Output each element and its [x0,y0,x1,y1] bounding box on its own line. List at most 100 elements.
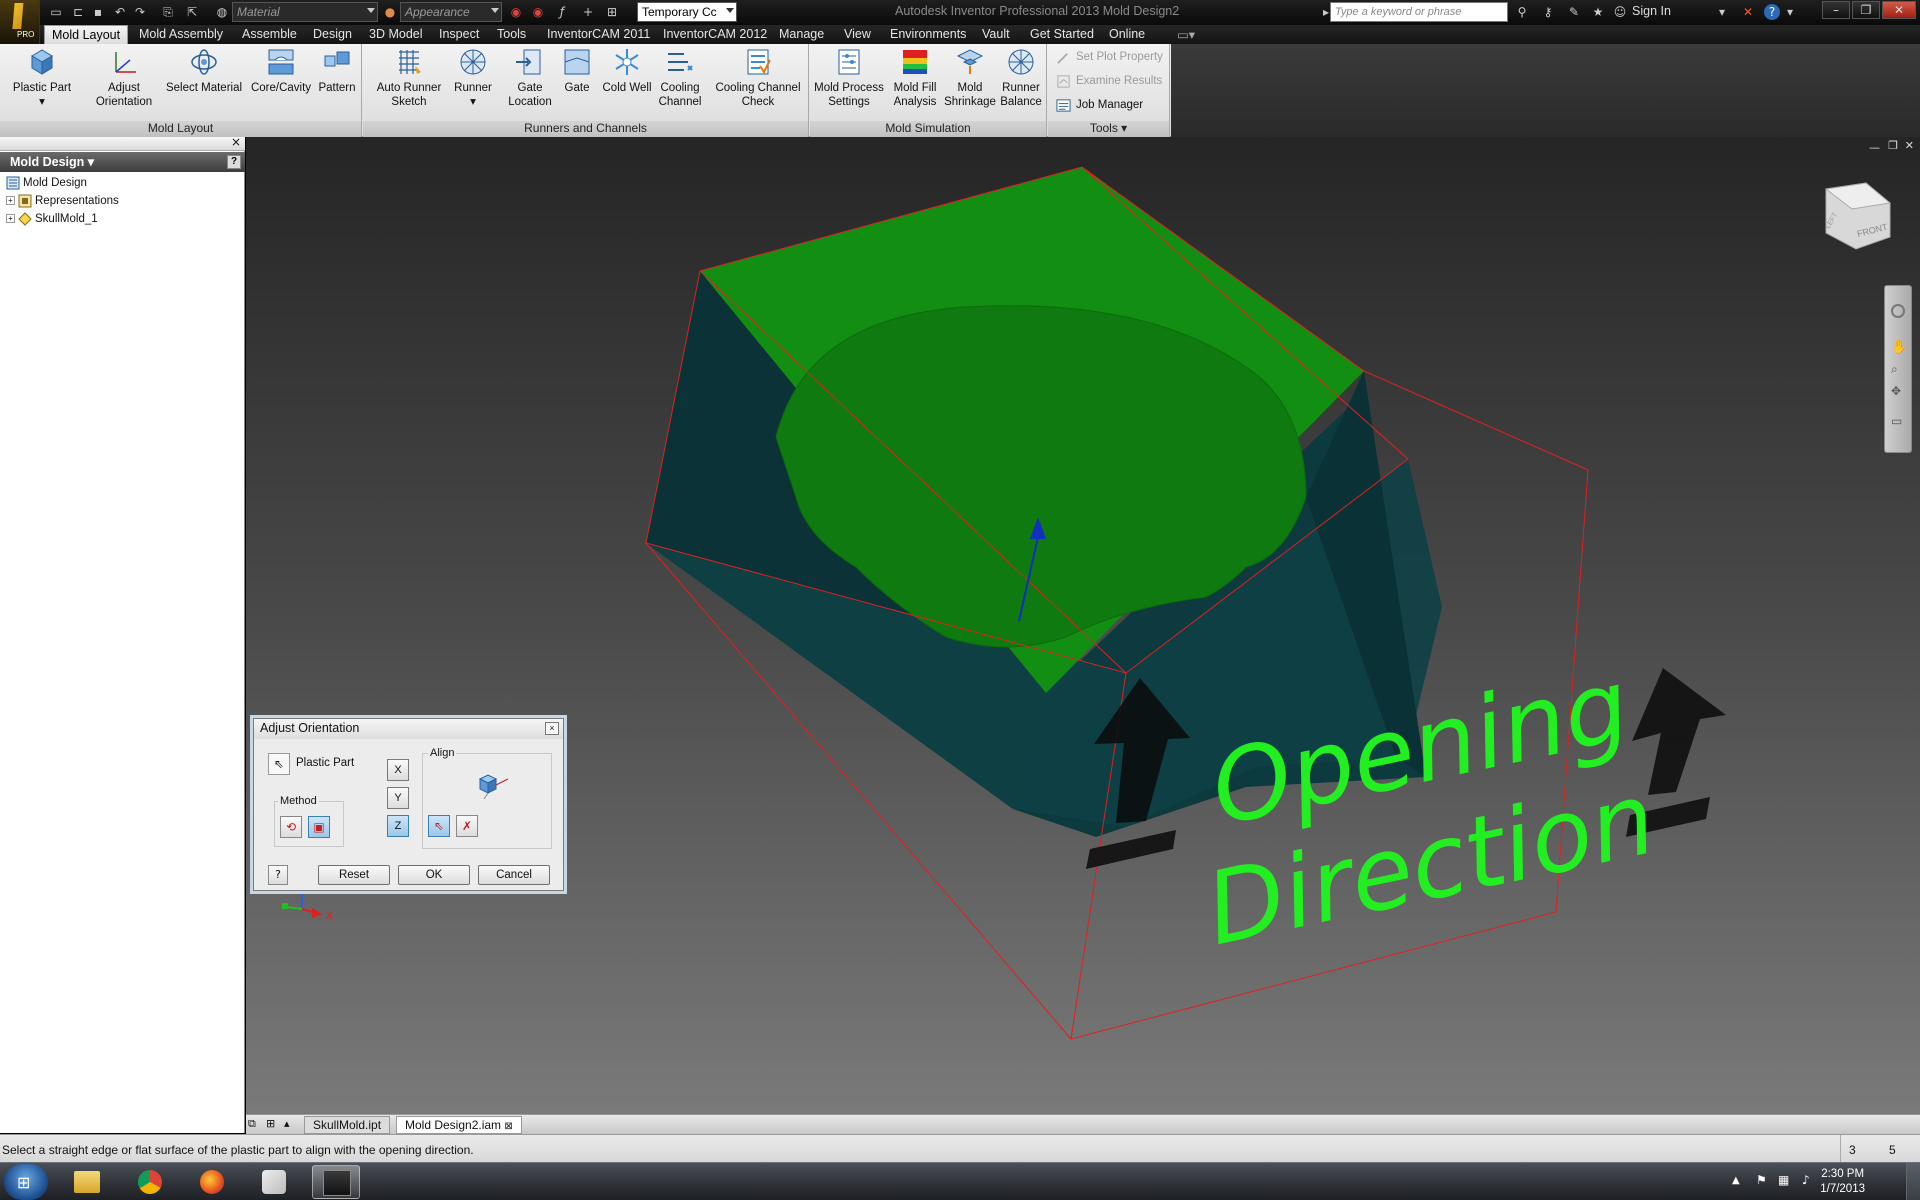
viewport-minimize-icon[interactable]: — [1869,141,1880,154]
exchange-icon[interactable]: ✕ [1740,4,1756,20]
runner-button[interactable]: Runner ▾ [447,46,499,109]
project-icon[interactable]: ⎘ [160,4,176,20]
appearance-combo[interactable]: Appearance [400,2,502,22]
examine-results-button[interactable]: Examine Results [1054,72,1162,92]
new-icon[interactable]: ▭ [48,4,64,20]
tab-view[interactable]: View [837,25,878,44]
method-face-button[interactable]: ▣ [308,816,330,838]
graphics-viewport[interactable]: Opening Direction FRONT LEFT Z X — ❐ ✕ ✋… [246,137,1920,1114]
mold-shrinkage-button[interactable]: Mold Shrinkage [942,46,998,109]
plus-icon[interactable]: + [580,4,596,20]
dialog-help-button[interactable]: ? [268,865,288,885]
cooling-channel-check-button[interactable]: Cooling Channel Check [711,46,805,109]
browser-help-icon[interactable]: ? [227,155,241,169]
plastic-part-button[interactable]: Plastic Part ▾ [6,46,78,109]
axis-x-button[interactable]: X [387,759,409,781]
signin-chevron-icon[interactable]: ▾ [1714,4,1730,20]
look-at-icon[interactable]: ▭ [1891,414,1902,428]
steering-wheel-icon[interactable] [1891,304,1905,318]
fx-icon[interactable]: ƒ [554,4,570,20]
select-material-button[interactable]: Select Material [164,46,244,95]
gate-location-button[interactable]: Gate Location [505,46,555,109]
expand-icon[interactable]: + [6,214,15,224]
tree-item-skullmold[interactable]: + SkullMold_1 [6,211,98,229]
search-input[interactable]: Type a keyword or phrase [1330,2,1508,22]
align-select-button[interactable]: ⇖ [428,815,450,837]
tab-assemble[interactable]: Assemble [235,25,304,44]
undo-icon[interactable]: ↶ [112,4,128,20]
design-view-combo[interactable]: Temporary Cc [637,2,737,22]
pan-icon[interactable]: ✋ [1891,340,1907,355]
taskbar-explorer[interactable] [62,1165,110,1199]
cascade-icon[interactable]: ⊞ [266,1117,275,1130]
open-icon[interactable]: ⊏ [70,4,86,20]
doctab-skullmold[interactable]: SkullMold.ipt [304,1116,391,1134]
globe-icon[interactable]: ◍ [214,4,230,20]
star-icon[interactable]: ★ [1590,4,1606,20]
minimize-button[interactable]: – [1822,1,1850,19]
tab-get-started[interactable]: Get Started [1023,25,1101,44]
reset-button[interactable]: Reset [318,865,390,885]
help-icon[interactable]: ? [1764,4,1780,20]
save-icon[interactable]: ▪ [90,4,106,20]
tab-environments[interactable]: Environments [883,25,973,44]
volume-icon[interactable]: ♪ [1802,1173,1810,1187]
axis-y-button[interactable]: Y [387,787,409,809]
taskbar-firefox[interactable] [188,1165,236,1199]
user-icon[interactable]: ☺ [1612,4,1628,20]
grid-icon[interactable]: ⊞ [604,4,620,20]
tab-tools[interactable]: Tools [490,25,533,44]
zoom-icon[interactable]: ⌕ [1891,362,1898,377]
ribbon-options-icon[interactable]: ▭▾ [1170,25,1202,44]
appearance-icon[interactable]: ● [382,4,398,20]
taskbar-inventor[interactable] [312,1165,360,1199]
close-button[interactable]: ✕ [1882,1,1916,19]
binoculars-icon[interactable]: ⚲ [1514,4,1530,20]
network-icon[interactable]: ▦ [1778,1173,1789,1187]
tree-root[interactable]: Mold Design [6,175,87,193]
plastic-part-select-button[interactable]: ⇖ [268,753,290,775]
adjust-orientation-button[interactable]: Adjust Orientation [84,46,164,109]
tab-manage[interactable]: Manage [772,25,831,44]
maximize-button[interactable]: ❐ [1852,1,1880,19]
method-rotate-button[interactable]: ⟲ [280,816,302,838]
tab-3d-model[interactable]: 3D Model [362,25,430,44]
mold-fill-analysis-button[interactable]: Mold Fill Analysis [888,46,942,109]
tab-vault[interactable]: Vault [975,25,1017,44]
tools-icon[interactable]: ✎ [1566,4,1582,20]
adjust-appearance-icon[interactable]: ◉ [530,4,546,20]
runner-balance-button[interactable]: Runner Balance [998,46,1044,109]
help-chevron-icon[interactable]: ▾ [1782,4,1798,20]
tab-mold-layout[interactable]: Mold Layout [44,25,129,44]
cooling-channel-button[interactable]: Cooling Channel [655,46,705,109]
flag-icon[interactable]: ⚑ [1756,1173,1767,1187]
tab-inventorcam-2012[interactable]: InventorCAM 2012 [656,25,774,44]
doctab-mold-design2[interactable]: Mold Design2.iam ⊠ [396,1116,522,1134]
tab-design[interactable]: Design [306,25,359,44]
orbit-icon[interactable]: ✥ [1891,384,1901,398]
gate-button[interactable]: Gate [557,46,597,95]
viewport-restore-icon[interactable]: ❐ [1888,139,1898,152]
taskbar-paint[interactable] [250,1165,298,1199]
core-cavity-button[interactable]: Core/Cavity [248,46,314,95]
key-icon[interactable]: ⚷ [1540,4,1556,20]
job-manager-button[interactable]: Job Manager [1054,96,1143,116]
start-button[interactable]: ⊞ [4,1164,48,1200]
align-flip-button[interactable]: ✗ [456,815,478,837]
doc-menu-icon[interactable]: ▴ [284,1117,290,1130]
set-plot-property-button[interactable]: Set Plot Property [1054,48,1163,68]
cold-well-button[interactable]: Cold Well [599,46,655,95]
browser-close-icon[interactable]: × [231,135,241,149]
clear-appearance-icon[interactable]: ◉ [508,4,524,20]
dialog-close-icon[interactable]: × [545,722,559,735]
show-desktop-button[interactable] [1906,1163,1920,1200]
taskbar-clock[interactable]: 2:30 PM 1/7/2013 [1820,1167,1865,1197]
doctab-close-icon[interactable]: ⊠ [504,1121,512,1132]
mold-process-settings-button[interactable]: Mold Process Settings [812,46,886,109]
select-icon[interactable]: ⇱ [184,4,200,20]
panel-title-tools[interactable]: Tools ▾ [1048,121,1169,137]
tile-icon[interactable]: ⧉ [248,1117,256,1131]
tab-inspect[interactable]: Inspect [432,25,486,44]
tab-mold-assembly[interactable]: Mold Assembly [132,25,230,44]
browser-header[interactable]: Mold Design ▾ ? [0,152,245,172]
